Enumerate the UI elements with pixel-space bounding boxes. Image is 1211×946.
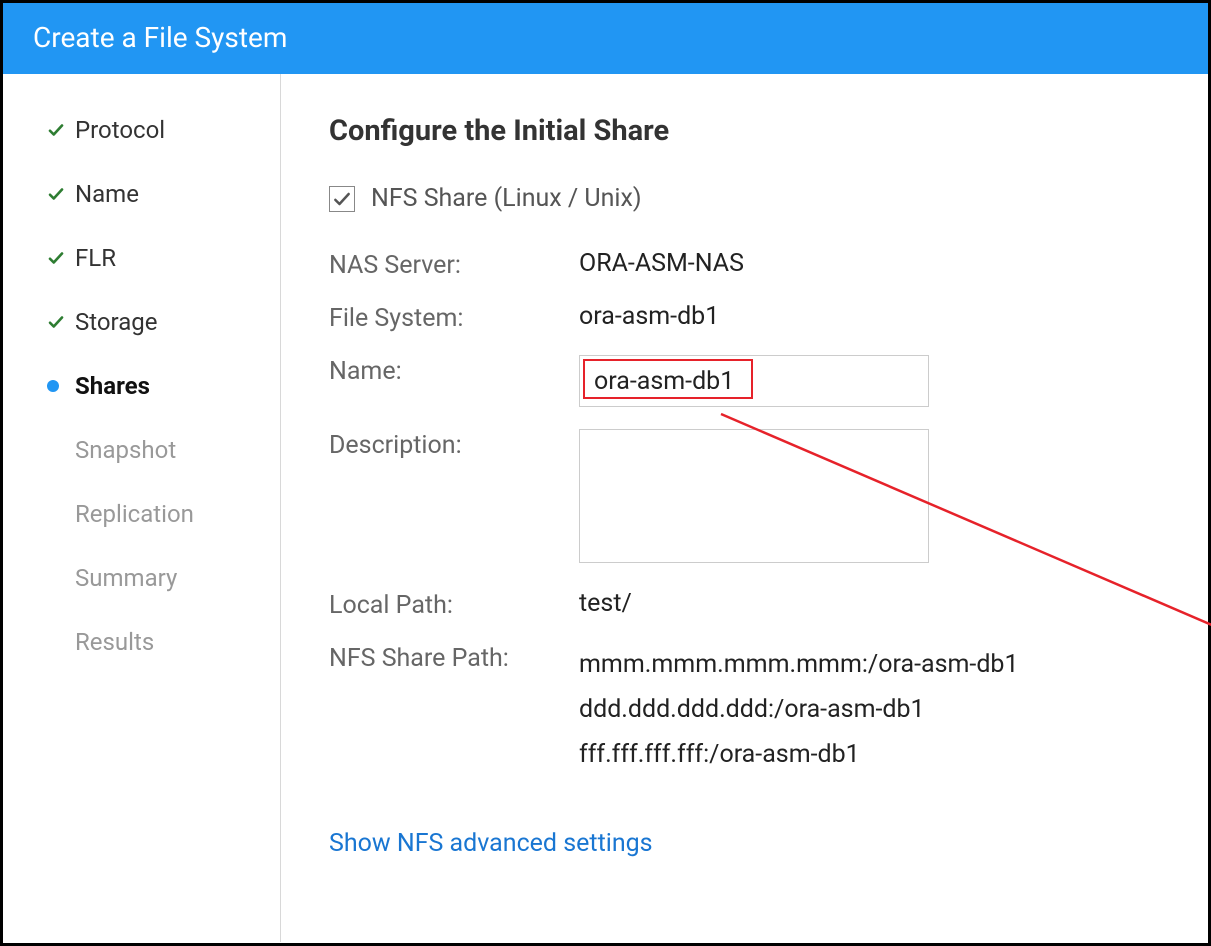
sidebar-item-label: Snapshot [75, 436, 176, 464]
nfs-path-item: mmm.mmm.mmm.mmm:/ora-asm-db1 [579, 642, 1019, 687]
sidebar-item-snapshot[interactable]: Snapshot [47, 418, 280, 482]
sidebar-item-label: Storage [75, 308, 157, 336]
sidebar-item-label: Protocol [75, 116, 165, 144]
sidebar-item-shares[interactable]: Shares [47, 354, 280, 418]
nfs-share-checkbox-label: NFS Share (Linux / Unix) [371, 184, 642, 213]
nfs-path-item: ddd.ddd.ddd.ddd:/ora-asm-db1 [579, 687, 1019, 732]
description-row: Description: [329, 429, 1160, 567]
description-label: Description: [329, 429, 579, 460]
wizard-sidebar: Protocol Name FLR Storage Shares [3, 74, 281, 942]
sidebar-item-label: Summary [75, 564, 177, 592]
content-container: Protocol Name FLR Storage Shares [3, 74, 1208, 942]
nas-server-label: NAS Server: [329, 249, 579, 280]
nfs-share-path-label: NFS Share Path: [329, 642, 579, 673]
nfs-share-path-row: NFS Share Path: mmm.mmm.mmm.mmm:/ora-asm… [329, 642, 1160, 777]
check-icon [47, 185, 75, 203]
name-row: Name: [329, 355, 1160, 407]
sidebar-item-label: Results [75, 628, 154, 656]
page-title: Configure the Initial Share [329, 114, 1160, 148]
description-input[interactable] [579, 429, 929, 563]
file-system-row: File System: ora-asm-db1 [329, 302, 1160, 333]
sidebar-item-name[interactable]: Name [47, 162, 280, 226]
local-path-label: Local Path: [329, 589, 579, 620]
sidebar-item-protocol[interactable]: Protocol [47, 98, 280, 162]
file-system-label: File System: [329, 302, 579, 333]
check-icon [47, 249, 75, 267]
show-advanced-settings-link[interactable]: Show NFS advanced settings [329, 829, 653, 858]
sidebar-item-label: Shares [75, 372, 150, 400]
dialog-title: Create a File System [33, 21, 287, 54]
sidebar-item-replication[interactable]: Replication [47, 482, 280, 546]
nas-server-row: NAS Server: ORA-ASM-NAS [329, 249, 1160, 280]
check-icon [47, 313, 75, 331]
sidebar-item-label: Replication [75, 500, 194, 528]
check-icon [47, 121, 75, 139]
local-path-value: test/ [579, 589, 1160, 618]
file-system-value: ora-asm-db1 [579, 302, 1160, 331]
nfs-share-checkbox[interactable] [329, 186, 355, 212]
nfs-share-checkbox-row: NFS Share (Linux / Unix) [329, 184, 1160, 213]
sidebar-item-label: FLR [75, 244, 116, 272]
name-label: Name: [329, 355, 579, 386]
sidebar-item-results[interactable]: Results [47, 610, 280, 674]
current-dot-icon [47, 380, 75, 392]
nas-server-value: ORA-ASM-NAS [579, 249, 1160, 278]
local-path-row: Local Path: test/ [329, 589, 1160, 620]
dialog-header: Create a File System [3, 3, 1208, 74]
sidebar-item-label: Name [75, 180, 139, 208]
nfs-path-item: fff.fff.fff.fff:/ora-asm-db1 [579, 732, 1019, 777]
sidebar-item-storage[interactable]: Storage [47, 290, 280, 354]
name-input[interactable] [579, 355, 929, 407]
nfs-share-path-values: mmm.mmm.mmm.mmm:/ora-asm-db1 ddd.ddd.ddd… [579, 642, 1019, 777]
sidebar-item-summary[interactable]: Summary [47, 546, 280, 610]
main-content: Configure the Initial Share NFS Share (L… [281, 74, 1208, 942]
sidebar-item-flr[interactable]: FLR [47, 226, 280, 290]
